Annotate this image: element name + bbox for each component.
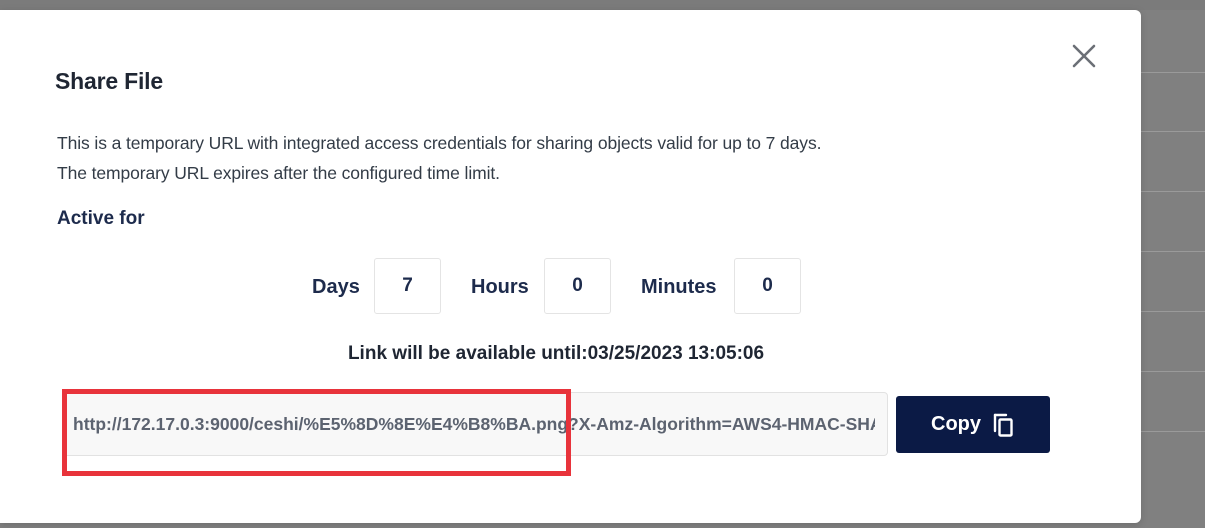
copy-button[interactable]: Copy: [896, 396, 1050, 453]
active-for-label: Active for: [57, 208, 145, 229]
copy-icon: [993, 413, 1013, 437]
days-input[interactable]: 7: [374, 258, 441, 314]
backdrop-row-divider: [1141, 191, 1205, 192]
minutes-label: Minutes: [641, 276, 717, 298]
backdrop-row-divider: [1141, 311, 1205, 312]
description-line-2: The temporary URL expires after the conf…: [57, 163, 500, 183]
share-url-text[interactable]: http://172.17.0.3:9000/ceshi/%E5%8D%8E%E…: [73, 414, 875, 435]
share-url-field[interactable]: http://172.17.0.3:9000/ceshi/%E5%8D%8E%E…: [62, 392, 888, 456]
backdrop-row-divider: [1141, 251, 1205, 252]
backdrop-row-divider: [1141, 72, 1205, 73]
hours-label: Hours: [471, 276, 529, 298]
days-label: Days: [312, 276, 360, 298]
description-line-1: This is a temporary URL with integrated …: [57, 133, 822, 153]
backdrop-row-divider: [1141, 371, 1205, 372]
backdrop-row-divider: [1141, 431, 1205, 432]
minutes-input[interactable]: 0: [734, 258, 801, 314]
close-button[interactable]: [1068, 40, 1100, 72]
link-expiry-text: Link will be available until:03/25/2023 …: [347, 343, 765, 364]
backdrop-row-divider: [1141, 131, 1205, 132]
share-file-dialog: Share File This is a temporary URL with …: [0, 10, 1141, 523]
dialog-title: Share File: [55, 68, 163, 94]
hours-input[interactable]: 0: [544, 258, 611, 314]
close-icon: [1072, 44, 1096, 68]
copy-button-label: Copy: [931, 413, 981, 435]
backdrop-top-strip: [0, 0, 1205, 10]
